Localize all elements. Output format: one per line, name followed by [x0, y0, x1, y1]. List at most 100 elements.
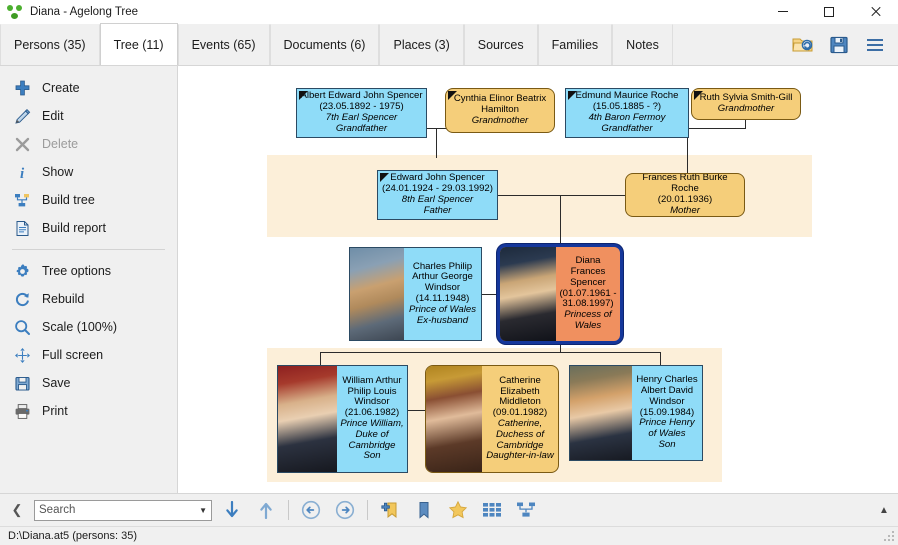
person-photo-harry: [570, 366, 632, 460]
person-card-catherine[interactable]: Catherine Elizabeth Middleton (09.01.198…: [425, 365, 559, 473]
marked-indicator: [448, 91, 457, 100]
search-input[interactable]: ▼: [34, 499, 212, 521]
chevron-down-icon[interactable]: ▼: [199, 506, 207, 515]
bookmarks-icon[interactable]: [410, 497, 438, 523]
person-card-edmund[interactable]: Edmund Maurice Roche (15.05.1885 - ?) 4t…: [565, 88, 689, 138]
tree-canvas[interactable]: Albert Edward John Spencer (23.05.1892 -…: [179, 66, 898, 493]
build-tree-icon: [12, 190, 32, 210]
sidebar-item-label-create: Create: [42, 81, 80, 95]
plus-icon: [12, 78, 32, 98]
sidebar-item-label-edit: Edit: [42, 109, 64, 123]
minimize-button[interactable]: [760, 0, 806, 24]
search-field[interactable]: [39, 504, 198, 516]
resize-grip-icon[interactable]: [883, 530, 895, 542]
person-card-albert[interactable]: Albert Edward John Spencer (23.05.1892 -…: [296, 88, 427, 138]
svg-text:i: i: [20, 166, 25, 181]
sidebar-item-label-save: Save: [42, 376, 71, 390]
person-relation: Son: [363, 450, 381, 462]
sidebar-divider: [12, 249, 165, 250]
sidebar-item-show[interactable]: i Show: [0, 158, 177, 186]
header-toolbar: [788, 24, 898, 65]
tab-events[interactable]: Events (65): [177, 24, 270, 65]
connector: [320, 352, 321, 366]
person-relation: Daughter-in-law: [486, 450, 554, 462]
tree-view-icon[interactable]: [512, 497, 540, 523]
person-card-harry[interactable]: Henry Charles Albert David Windsor (15.0…: [569, 365, 703, 461]
sidebar-item-tree-options[interactable]: Tree options: [0, 257, 177, 285]
sidebar-item-full-screen[interactable]: Full screen: [0, 341, 177, 369]
sidebar-item-rebuild[interactable]: Rebuild: [0, 285, 177, 313]
person-relation: Son: [658, 438, 676, 450]
person-card-cynthia[interactable]: Cynthia Elinor Beatrix Hamilton Grandmot…: [445, 88, 555, 133]
marked-indicator: [694, 91, 703, 100]
person-card-charles[interactable]: Charles Philip Arthur George Windsor (14…: [349, 247, 482, 341]
person-name: Diana Frances Spencer: [570, 255, 606, 288]
navigate-back-icon[interactable]: [297, 497, 325, 523]
chevron-left-icon[interactable]: ❮: [6, 498, 28, 522]
find-previous-icon[interactable]: [252, 497, 280, 523]
person-title: Prince Henry of Wales: [639, 417, 695, 440]
status-bar: D:\Diana.at5 (persons: 35): [0, 526, 898, 545]
person-photo-catherine: [426, 366, 482, 472]
tab-documents[interactable]: Documents (6): [269, 24, 380, 65]
x-icon: [12, 134, 32, 154]
menu-icon[interactable]: [860, 30, 890, 60]
save-icon[interactable]: [824, 30, 854, 60]
close-button[interactable]: [852, 0, 898, 24]
person-relation: Ex-husband: [416, 314, 469, 326]
person-name: Henry Charles Albert David Windsor: [636, 374, 698, 407]
tab-persons[interactable]: Persons (35): [0, 24, 100, 65]
sidebar-item-label-full-screen: Full screen: [42, 348, 104, 362]
tab-tree[interactable]: Tree (11): [99, 23, 178, 65]
person-card-text: Charles Philip Arthur George Windsor (14…: [404, 248, 481, 340]
tab-notes[interactable]: Notes: [612, 24, 673, 65]
person-card-william[interactable]: William Arthur Philip Louis Windsor (21.…: [277, 365, 408, 473]
sidebar-item-label-print: Print: [42, 404, 68, 418]
connector: [320, 352, 660, 353]
sidebar-item-scale[interactable]: Scale (100%): [0, 313, 177, 341]
navigate-forward-icon[interactable]: [331, 497, 359, 523]
find-next-icon[interactable]: [218, 497, 246, 523]
grid-view-icon[interactable]: [478, 497, 506, 523]
sidebar-item-print[interactable]: Print: [0, 397, 177, 425]
person-card-edward[interactable]: Edward John Spencer (24.01.1924 - 29.03.…: [377, 170, 498, 220]
sidebar-item-edit[interactable]: Edit: [0, 102, 177, 130]
sidebar-item-label-show: Show: [42, 165, 74, 179]
person-card-text: Cynthia Elinor Beatrix Hamilton Grandmot…: [446, 89, 554, 132]
sidebar-item-label-rebuild: Rebuild: [42, 292, 85, 306]
sidebar-item-create[interactable]: Create: [0, 74, 177, 102]
maximize-button[interactable]: [806, 0, 852, 24]
person-name: Frances Ruth Burke Roche: [642, 173, 728, 195]
window-controls: [760, 0, 898, 24]
chevron-up-icon[interactable]: ▲: [870, 497, 898, 523]
person-title: Catherine, Duchess of Cambridge: [496, 418, 544, 451]
connector-marriage: [407, 410, 426, 411]
gear-icon: [12, 261, 32, 281]
person-relation: Grandmother: [717, 103, 775, 114]
person-photo-diana: [500, 247, 556, 341]
person-card-diana[interactable]: Diana Frances Spencer (01.07.1961 - 31.0…: [497, 244, 623, 344]
person-card-text: Ruth Sylvia Smith-Gill Grandmother: [692, 89, 800, 119]
marked-indicator: [299, 91, 308, 100]
person-photo-william: [278, 366, 337, 472]
person-relation: Grandmother: [471, 114, 529, 126]
sidebar-item-label-tree-options: Tree options: [42, 264, 112, 278]
add-bookmark-icon[interactable]: [376, 497, 404, 523]
open-folder-icon[interactable]: [788, 30, 818, 60]
tab-sources[interactable]: Sources: [463, 24, 538, 65]
person-card-text: Frances Ruth Burke Roche (20.01.1936) Mo…: [626, 174, 744, 216]
sidebar-item-save[interactable]: Save: [0, 369, 177, 397]
sidebar-item-build-report[interactable]: Build report: [0, 214, 177, 242]
tab-families[interactable]: Families: [537, 24, 613, 65]
favorites-icon[interactable]: [444, 497, 472, 523]
person-card-text: Albert Edward John Spencer (23.05.1892 -…: [297, 89, 426, 137]
person-card-text: Edward John Spencer (24.01.1924 - 29.03.…: [378, 171, 497, 219]
person-title: Princess of Wales: [564, 309, 612, 331]
application-window: Diana - Agelong Tree Persons (35) Tree (…: [0, 0, 898, 545]
title-bar: Diana - Agelong Tree: [0, 0, 898, 24]
person-card-ruth[interactable]: Ruth Sylvia Smith-Gill Grandmother: [691, 88, 801, 120]
tab-places[interactable]: Places (3): [379, 24, 464, 65]
person-relation: Father: [423, 204, 452, 216]
sidebar-item-build-tree[interactable]: Build tree: [0, 186, 177, 214]
person-card-frances[interactable]: Frances Ruth Burke Roche (20.01.1936) Mo…: [625, 173, 745, 217]
